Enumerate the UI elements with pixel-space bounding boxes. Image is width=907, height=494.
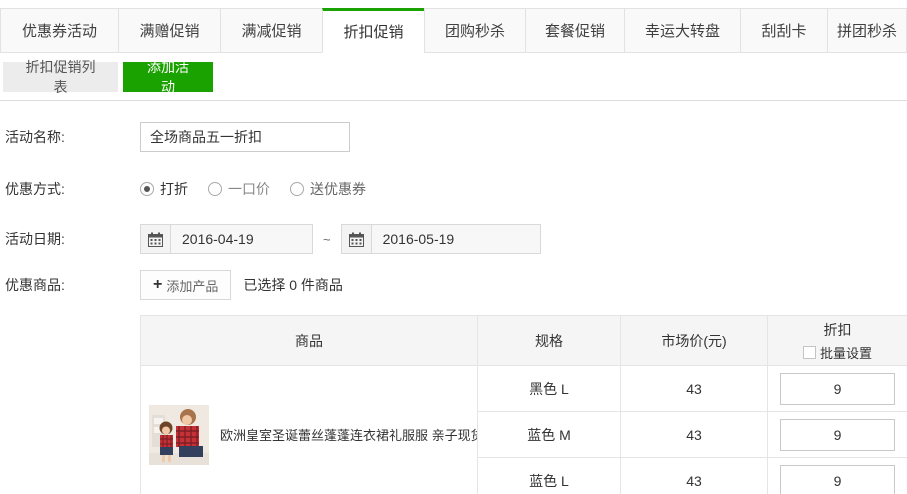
tab-scratch-card[interactable]: 刮刮卡 bbox=[740, 8, 827, 53]
product-cell: 欧洲皇室圣诞蕾丝蓬蓬连衣裙礼服服 亲子现货 bbox=[141, 366, 478, 494]
table-row: 欧洲皇室圣诞蕾丝蓬蓬连衣裙礼服服 亲子现货 黑色 L 43 bbox=[141, 366, 907, 412]
spec-cell: 蓝色 L bbox=[478, 458, 621, 494]
header-spec: 规格 bbox=[478, 316, 621, 366]
price-cell: 43 bbox=[621, 412, 768, 458]
tab-label: 团购秒杀 bbox=[445, 20, 505, 41]
batch-set-control[interactable]: 批量设置 bbox=[768, 343, 907, 362]
header-product: 商品 bbox=[141, 316, 478, 366]
radio-option-discount[interactable]: 打折 bbox=[140, 179, 188, 199]
discount-input[interactable] bbox=[780, 465, 895, 494]
tab-package-promo[interactable]: 套餐促销 bbox=[525, 8, 624, 53]
promo-products-row: 优惠商品: + 添加产品 已选择 0 件商品 bbox=[5, 270, 907, 300]
add-activity-button[interactable]: 添加活动 bbox=[123, 62, 213, 92]
promo-products-label: 优惠商品: bbox=[5, 275, 140, 295]
calendar-icon[interactable] bbox=[141, 225, 171, 253]
activity-name-row: 活动名称: bbox=[5, 122, 907, 152]
tab-label: 满减促销 bbox=[241, 20, 301, 41]
discount-input[interactable] bbox=[780, 419, 895, 451]
discount-method-options: 打折 一口价 送优惠券 bbox=[140, 179, 386, 199]
radio-fixed-price[interactable] bbox=[208, 182, 222, 196]
radio-option-label: 送优惠券 bbox=[310, 179, 366, 199]
header-price: 市场价(元) bbox=[621, 316, 768, 366]
tab-label: 套餐促销 bbox=[545, 20, 605, 41]
activity-form: 活动名称: 优惠方式: 打折 一口价 送优惠券 活动日期 bbox=[0, 122, 907, 300]
sub-toolbar: 折扣促销列表 添加活动 bbox=[3, 62, 907, 92]
radio-option-label: 一口价 bbox=[228, 179, 270, 199]
table-header-row: 商品 规格 市场价(元) 折扣 批量设置 bbox=[141, 316, 907, 366]
promotion-tabbar: 优惠券活动 满赠促销 满减促销 折扣促销 团购秒杀 套餐促销 幸运大转盘 刮刮卡… bbox=[0, 8, 907, 53]
discount-cell bbox=[768, 458, 907, 494]
header-discount-title: 折扣 bbox=[768, 320, 907, 341]
tab-lucky-wheel[interactable]: 幸运大转盘 bbox=[624, 8, 740, 53]
activity-name-input[interactable] bbox=[140, 122, 350, 152]
plus-icon: + bbox=[153, 277, 162, 293]
tab-group-seckill[interactable]: 团购秒杀 bbox=[424, 8, 525, 53]
tab-label: 刮刮卡 bbox=[761, 20, 806, 41]
section-divider bbox=[0, 100, 907, 101]
header-discount: 折扣 批量设置 bbox=[768, 316, 907, 366]
tab-label: 折扣促销 bbox=[343, 21, 403, 42]
tab-discount-promo[interactable]: 折扣促销 bbox=[322, 8, 424, 53]
spec-cell: 黑色 L bbox=[478, 366, 621, 412]
tab-label: 幸运大转盘 bbox=[645, 20, 720, 41]
radio-give-coupon[interactable] bbox=[290, 182, 304, 196]
discount-method-row: 优惠方式: 打折 一口价 送优惠券 bbox=[5, 179, 907, 199]
tab-label: 拼团秒杀 bbox=[837, 20, 897, 41]
radio-option-fixed-price[interactable]: 一口价 bbox=[208, 179, 270, 199]
discount-promotion-page: 优惠券活动 满赠促销 满减促销 折扣促销 团购秒杀 套餐促销 幸运大转盘 刮刮卡… bbox=[0, 0, 907, 494]
radio-option-give-coupon[interactable]: 送优惠券 bbox=[290, 179, 366, 199]
spec-cell: 蓝色 M bbox=[478, 412, 621, 458]
tab-coupon-activity[interactable]: 优惠券活动 bbox=[0, 8, 118, 53]
date-range-separator: ~ bbox=[323, 232, 331, 247]
discount-list-button[interactable]: 折扣促销列表 bbox=[3, 62, 118, 92]
calendar-icon[interactable] bbox=[342, 225, 372, 253]
activity-name-label: 活动名称: bbox=[5, 127, 140, 147]
tab-label: 满赠促销 bbox=[139, 20, 199, 41]
batch-set-checkbox[interactable] bbox=[803, 346, 816, 359]
batch-set-label: 批量设置 bbox=[820, 343, 872, 362]
tab-label: 优惠券活动 bbox=[22, 20, 97, 41]
end-date-value: 2016-05-19 bbox=[372, 225, 466, 253]
selected-count-text: 已选择 0 件商品 bbox=[243, 275, 343, 295]
radio-option-label: 打折 bbox=[160, 179, 188, 199]
product-info: 欧洲皇室圣诞蕾丝蓬蓬连衣裙礼服服 亲子现货 bbox=[141, 405, 477, 465]
product-name: 欧洲皇室圣诞蕾丝蓬蓬连衣裙礼服服 亲子现货 bbox=[220, 425, 477, 444]
product-discount-table: 商品 规格 市场价(元) 折扣 批量设置 bbox=[140, 315, 907, 494]
price-cell: 43 bbox=[621, 366, 768, 412]
add-product-label: 添加产品 bbox=[166, 276, 218, 295]
discount-method-label: 优惠方式: bbox=[5, 179, 140, 199]
start-date-value: 2016-04-19 bbox=[171, 225, 265, 253]
activity-date-row: 活动日期: 2016-04-19 ~ 2016-05-19 bbox=[5, 224, 907, 254]
activity-date-label: 活动日期: bbox=[5, 229, 140, 249]
tab-full-reduction-promo[interactable]: 满减促销 bbox=[220, 8, 322, 53]
radio-discount[interactable] bbox=[140, 182, 154, 196]
tab-full-gift-promo[interactable]: 满赠促销 bbox=[118, 8, 220, 53]
discount-cell bbox=[768, 412, 907, 458]
start-date-picker[interactable]: 2016-04-19 bbox=[140, 224, 313, 254]
discount-input[interactable] bbox=[780, 373, 895, 405]
end-date-picker[interactable]: 2016-05-19 bbox=[341, 224, 541, 254]
product-image bbox=[149, 405, 209, 465]
add-product-button[interactable]: + 添加产品 bbox=[140, 270, 231, 300]
price-cell: 43 bbox=[621, 458, 768, 494]
discount-cell bbox=[768, 366, 907, 412]
tab-pintuan-seckill[interactable]: 拼团秒杀 bbox=[827, 8, 907, 53]
